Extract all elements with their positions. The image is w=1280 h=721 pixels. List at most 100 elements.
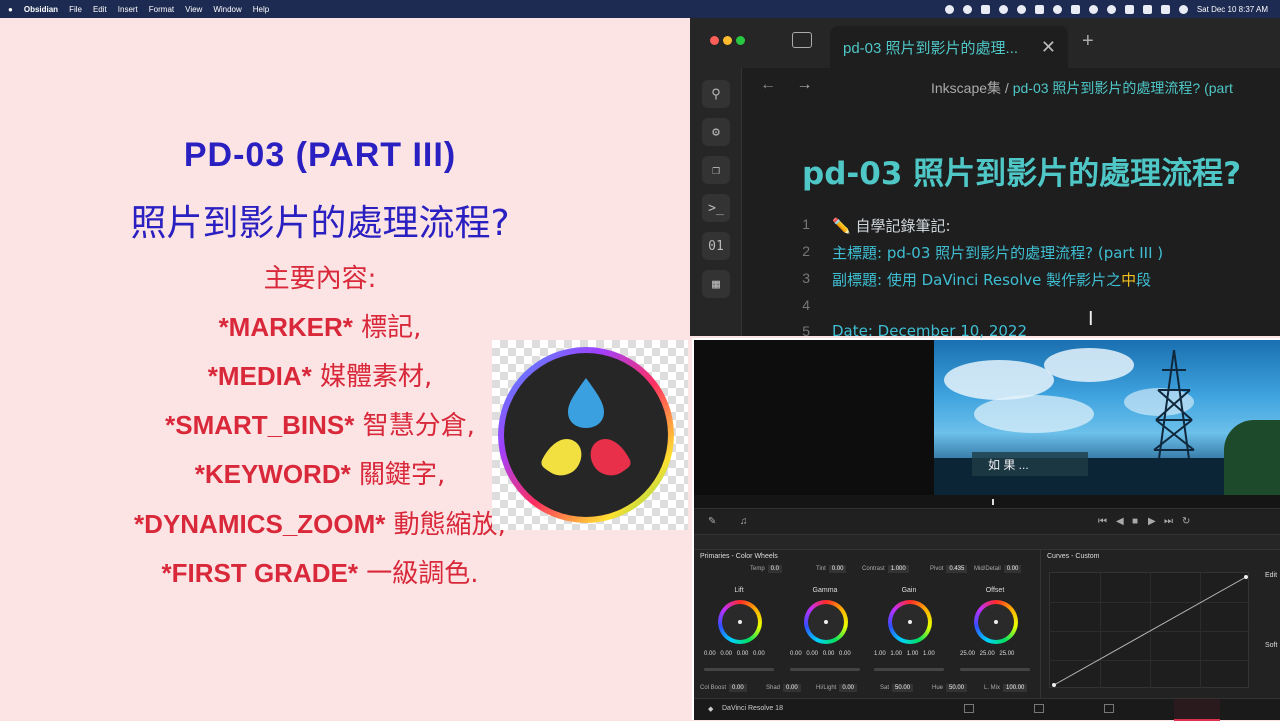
param-sat[interactable]: Sat 50.00: [880, 684, 914, 692]
param-mid-detail[interactable]: Mid/Detail 0.00: [974, 565, 1022, 573]
skip-back-icon[interactable]: ⏮: [1098, 516, 1107, 527]
menu-window[interactable]: Window: [213, 5, 241, 14]
offset-values[interactable]: 25.00 25.00 25.00: [960, 651, 1014, 657]
media-page-icon[interactable]: [964, 704, 974, 713]
cut-page-icon[interactable]: [1034, 704, 1044, 713]
volume-icon[interactable]: [1106, 4, 1116, 14]
param-hi-light[interactable]: Hi/Light 0.00: [816, 684, 858, 692]
breadcrumb: Inkscape集 / pd-03 照片到影片的處理流程? (part: [890, 78, 1280, 98]
gain-slider[interactable]: [874, 668, 944, 671]
quick-switcher-icon[interactable]: ⚲: [702, 80, 730, 108]
graph-view-icon[interactable]: ⚙: [702, 118, 730, 146]
edit-label[interactable]: Edit: [1265, 572, 1277, 579]
playhead[interactable]: [992, 499, 994, 505]
lift-slider[interactable]: [704, 668, 774, 671]
pen-icon[interactable]: ✎: [708, 516, 716, 527]
param-contrast[interactable]: Contrast 1.000: [862, 565, 909, 573]
apple-menu-icon[interactable]: ●: [8, 5, 13, 14]
offset-slider[interactable]: [960, 668, 1030, 671]
minimize-window-icon[interactable]: [723, 36, 732, 45]
param-shad[interactable]: Shad 0.00: [766, 684, 801, 692]
slide-point: *MARKER* 標記,: [0, 307, 640, 344]
spotify-icon[interactable]: [962, 4, 972, 14]
panel-title: Primaries - Color Wheels: [700, 553, 778, 560]
gamma-values[interactable]: 0.00 0.00 0.00 0.00: [790, 651, 851, 657]
clipboard-icon[interactable]: [980, 4, 990, 14]
color-page-icon[interactable]: [1174, 699, 1220, 721]
loop-icon[interactable]: ↻: [1182, 516, 1190, 527]
line-text-highlight: 中: [1121, 271, 1137, 289]
nav-arrows: ← →: [760, 76, 812, 94]
headphones-icon[interactable]: [1016, 4, 1026, 14]
note-heading[interactable]: pd-03 照片到影片的處理流程?: [802, 148, 1280, 193]
param-pivot[interactable]: Pivot 0.435: [930, 565, 968, 573]
play-icon[interactable]: ▶: [1148, 516, 1156, 527]
layout-icon[interactable]: ▦: [702, 270, 730, 298]
stop-icon[interactable]: ■: [1132, 516, 1138, 527]
line-number: 5: [802, 323, 810, 339]
scrubber[interactable]: [694, 495, 1280, 509]
skip-forward-icon[interactable]: ⏭: [1164, 516, 1173, 527]
search-icon[interactable]: [1088, 4, 1098, 14]
control-center-icon[interactable]: [1160, 4, 1170, 14]
menu-view[interactable]: View: [185, 5, 202, 14]
menu-app-obsidian[interactable]: Obsidian: [24, 5, 58, 14]
record-icon[interactable]: [944, 4, 954, 14]
curves-title: Curves - Custom: [1047, 553, 1100, 560]
menu-insert[interactable]: Insert: [118, 5, 138, 14]
point-zh: 智慧分倉,: [354, 411, 475, 441]
copy-icon[interactable]: ❐: [702, 156, 730, 184]
tab-active[interactable]: pd-03 照片到影片的處理... ✕: [830, 26, 1068, 68]
viewer-image[interactable]: 如 果 ...: [934, 340, 1280, 495]
new-tab-icon[interactable]: +: [1082, 30, 1094, 53]
param-hue[interactable]: Hue 50.00: [932, 684, 968, 692]
lift-wheel[interactable]: [718, 600, 762, 644]
param-l-mix[interactable]: L. Mix 100.00: [984, 684, 1028, 692]
lift-values[interactable]: 0.00 0.00 0.00 0.00: [704, 651, 765, 657]
editor-line[interactable]: 主標題: pd-03 照片到影片的處理流程? (part III ): [832, 242, 1280, 263]
edit-page-icon[interactable]: [1104, 704, 1114, 713]
binary-icon[interactable]: 01: [702, 232, 730, 260]
menu-format[interactable]: Format: [149, 5, 174, 14]
curve-line[interactable]: [1050, 573, 1250, 689]
gain-wheel[interactable]: [888, 600, 932, 644]
offset-wheel[interactable]: [974, 600, 1018, 644]
forward-arrow-icon[interactable]: →: [796, 76, 812, 93]
back-arrow-icon[interactable]: ←: [760, 76, 776, 93]
soft-label[interactable]: Soft: [1265, 642, 1277, 649]
save-icon[interactable]: [1070, 4, 1080, 14]
zoom-window-icon[interactable]: [736, 36, 745, 45]
point-zh: 一級調色.: [357, 559, 479, 589]
wifi-icon[interactable]: [1178, 4, 1188, 14]
gamma-slider[interactable]: [790, 668, 860, 671]
bluetooth-icon[interactable]: [1052, 4, 1062, 14]
param-temp[interactable]: Temp 0.0: [750, 565, 783, 573]
obsidian-window: pd-03 照片到影片的處理... ✕ + ⚲ ⚙ ❐ >_ 01 ▦ ← → …: [690, 18, 1280, 340]
terminal-icon[interactable]: >_: [702, 194, 730, 222]
step-back-icon[interactable]: ◀: [1116, 516, 1124, 527]
sidebar-toggle-icon[interactable]: [792, 32, 812, 48]
editor-line[interactable]: 副標題: 使用 DaVinci Resolve 製作影片之中段: [832, 269, 1280, 290]
breadcrumb-file[interactable]: pd-03 照片到影片的處理流程? (part: [1013, 80, 1233, 96]
tab-close-icon[interactable]: ✕: [1041, 37, 1056, 58]
clock-icon[interactable]: [998, 4, 1008, 14]
notes-icon[interactable]: [1124, 4, 1134, 14]
param-tint[interactable]: Tint 0.00: [816, 565, 847, 573]
breadcrumb-folder[interactable]: Inkscape集: [931, 80, 1001, 96]
editor-line[interactable]: ✏️ 自學記錄筆記:: [832, 215, 1280, 236]
line-number: 2: [802, 243, 810, 259]
point-en: *DYNAMICS_ZOOM*: [134, 509, 386, 539]
battery-icon[interactable]: [1142, 4, 1152, 14]
mail-icon[interactable]: [1034, 4, 1044, 14]
speaker-icon[interactable]: ♫: [740, 516, 748, 527]
line-number: 3: [802, 270, 810, 286]
clock[interactable]: Sat Dec 10 8:37 AM: [1197, 5, 1268, 14]
menu-help[interactable]: Help: [253, 5, 269, 14]
param-col-boost[interactable]: Col Boost 0.00: [700, 684, 747, 692]
curves-graph[interactable]: [1049, 572, 1250, 689]
close-window-icon[interactable]: [710, 36, 719, 45]
menu-file[interactable]: File: [69, 5, 82, 14]
gain-values[interactable]: 1.00 1.00 1.00 1.00: [874, 651, 935, 657]
gamma-wheel[interactable]: [804, 600, 848, 644]
menu-edit[interactable]: Edit: [93, 5, 107, 14]
